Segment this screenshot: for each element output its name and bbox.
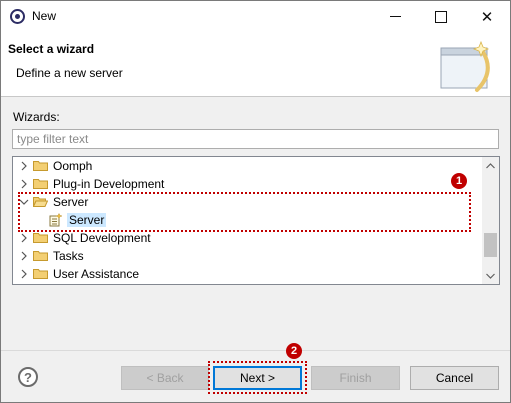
chevron-right-icon[interactable] [19, 251, 29, 261]
chevron-right-icon[interactable] [19, 233, 29, 243]
tree-item-tasks[interactable]: Tasks [13, 247, 483, 265]
tree-item-label: Plug-in Development [53, 177, 165, 191]
button-bar-separator [1, 350, 510, 351]
tree-item-label: Oomph [53, 159, 93, 173]
scroll-down-arrow-icon[interactable] [482, 267, 499, 284]
annotation-box-next [208, 361, 307, 394]
page-title: Select a wizard [8, 42, 95, 56]
folder-icon [33, 269, 48, 279]
wizard-banner-icon [440, 40, 490, 92]
tree-item-user-assistance[interactable]: User Assistance [13, 265, 483, 283]
eclipse-icon [10, 9, 25, 24]
finish-button[interactable]: Finish [311, 366, 400, 390]
scroll-up-arrow-icon[interactable] [482, 157, 499, 174]
annotation-badge-2: 2 [286, 343, 302, 359]
maximize-icon [435, 10, 447, 23]
annotation-box-server [18, 192, 471, 232]
title-bar: New ✕ [1, 1, 510, 32]
cancel-button[interactable]: Cancel [410, 366, 499, 390]
chevron-right-icon[interactable] [19, 179, 29, 189]
chevron-right-icon[interactable] [19, 161, 29, 171]
wizards-label: Wizards: [13, 110, 60, 124]
window-title: New [32, 9, 57, 23]
chevron-right-icon[interactable] [19, 269, 29, 279]
tree-item-label: SQL Development [53, 231, 151, 245]
tree-item-plugin-development[interactable]: Plug-in Development [13, 175, 483, 193]
folder-icon [33, 179, 48, 189]
scrollbar-thumb[interactable] [484, 233, 497, 257]
help-icon[interactable]: ? [18, 367, 38, 387]
minimize-button[interactable] [372, 1, 418, 32]
wizard-header: Select a wizard Define a new server [1, 32, 510, 97]
maximize-button[interactable] [418, 1, 464, 32]
tree-item-label: User Assistance [53, 267, 140, 281]
minimize-icon [389, 16, 401, 17]
close-button[interactable]: ✕ [464, 1, 510, 32]
close-icon: ✕ [480, 8, 494, 26]
folder-icon [33, 251, 48, 261]
annotation-badge-1: 1 [451, 173, 467, 189]
folder-icon [33, 233, 48, 243]
filter-input[interactable] [12, 129, 499, 149]
folder-icon [33, 161, 48, 171]
tree-item-label: Tasks [53, 249, 84, 263]
tree-item-oomph[interactable]: Oomph [13, 157, 483, 175]
new-wizard-window: New ✕ Select a wizard Define a new serve… [0, 0, 511, 403]
tree-scrollbar[interactable] [482, 157, 499, 284]
page-description: Define a new server [16, 66, 123, 80]
back-button[interactable]: < Back [121, 366, 209, 390]
